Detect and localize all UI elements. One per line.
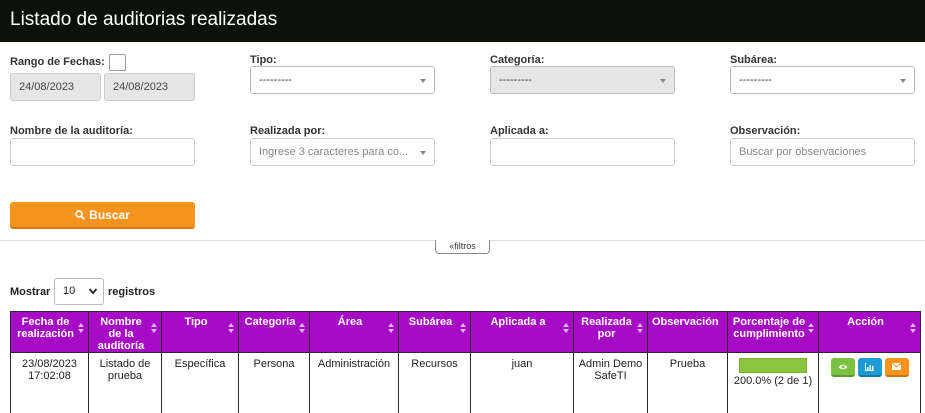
sort-icon (388, 323, 394, 333)
search-icon (75, 210, 85, 220)
cell-accion (818, 352, 921, 413)
categoria-select-value: --------- (499, 74, 532, 86)
column-header-categoria[interactable]: Categoría (238, 311, 310, 353)
subarea-label: Subárea: (730, 54, 778, 66)
column-header-label: Acción (847, 316, 884, 328)
column-header-fecha[interactable]: Fecha de realización (10, 311, 89, 353)
column-header-label: Realizada por (581, 316, 632, 340)
column-header-tipo[interactable]: Tipo (161, 311, 239, 353)
fecha-hasta-input[interactable]: 24/08/2023 (104, 73, 195, 101)
column-header-label: Porcentaje de cumplimiento (732, 316, 806, 340)
nombre-auditoria-label: Nombre de la auditoría: (10, 125, 133, 137)
fecha-desde-input[interactable]: 24/08/2023 (10, 73, 101, 101)
observacion-input[interactable]: Buscar por observaciones (730, 138, 915, 166)
column-header-label: Subárea (408, 316, 453, 328)
aplicada-a-label: Aplicada a: (490, 125, 549, 137)
cell-observacion: Prueba (647, 352, 728, 413)
rango-fechas-checkbox[interactable] (109, 54, 126, 71)
envelope-icon (892, 363, 901, 370)
cell-fecha: 23/08/2023 17:02:08 (10, 352, 89, 413)
cell-porcentaje: 200.0% (2 de 1) (727, 352, 819, 413)
table-header-row: Fecha de realización Nombre de la audito… (10, 311, 921, 353)
observacion-label: Observación: (730, 125, 801, 137)
cell-categoria: Persona (238, 352, 310, 413)
filtros-toggle-button[interactable]: «filtros (435, 240, 490, 254)
realizada-por-select[interactable]: Ingrese 3 caracteres para co... (250, 138, 435, 166)
column-header-label: Nombre de la auditoría (97, 316, 145, 352)
cell-subarea: Recursos (398, 352, 471, 413)
cell-tipo: Específica (161, 352, 239, 413)
auditorias-table: Fecha de realización Nombre de la audito… (10, 311, 921, 413)
column-header-observacion[interactable]: Observación (647, 311, 728, 353)
tipo-select-value: --------- (259, 74, 292, 86)
column-header-accion[interactable]: Acción (818, 311, 921, 353)
caret-down-icon (900, 79, 906, 83)
buscar-button[interactable]: Buscar (10, 202, 195, 229)
nombre-auditoria-input[interactable] (10, 138, 195, 166)
categoria-select[interactable]: --------- (490, 66, 675, 94)
subarea-select-value: --------- (739, 74, 772, 86)
sort-icon (637, 323, 643, 333)
column-header-area[interactable]: Área (309, 311, 399, 353)
eye-icon (838, 364, 847, 369)
column-header-nombre[interactable]: Nombre de la auditoría (88, 311, 162, 353)
sort-icon (78, 323, 84, 333)
tipo-label: Tipo: (250, 54, 277, 66)
column-header-label: Observación (652, 316, 719, 328)
sort-icon (460, 323, 466, 333)
buscar-button-label: Buscar (89, 208, 130, 222)
realizada-por-placeholder: Ingrese 3 caracteres para co... (259, 146, 409, 158)
page-title: Listado de auditorias realizadas (10, 9, 278, 30)
caret-down-icon (420, 79, 426, 83)
chart-button[interactable] (857, 358, 882, 377)
email-button[interactable] (884, 358, 909, 377)
view-button[interactable] (830, 358, 855, 377)
column-header-realizada[interactable]: Realizada por (573, 311, 648, 353)
progress-label: 200.0% (2 de 1) (733, 375, 813, 387)
column-header-label: Área (337, 316, 363, 328)
chart-icon (865, 362, 874, 371)
column-header-porcentaje[interactable]: Porcentaje de cumplimiento (727, 311, 819, 353)
registros-label: registros (108, 286, 156, 298)
categoria-label: Categoría: (490, 54, 545, 66)
sort-icon (228, 323, 234, 333)
sort-icon (299, 323, 305, 333)
column-header-aplicada[interactable]: Aplicada a (470, 311, 574, 353)
progress-bar (739, 358, 807, 373)
cell-nombre: Listado de prueba (88, 352, 162, 413)
sort-icon (910, 323, 916, 333)
caret-down-icon (660, 79, 666, 83)
sort-icon (808, 323, 814, 333)
chevron-down-icon (88, 288, 98, 295)
page-length-select[interactable]: 10 (54, 278, 104, 305)
sort-icon (151, 323, 157, 333)
filtros-toggle-label: filtros (454, 241, 476, 251)
aplicada-a-input[interactable] (490, 138, 675, 166)
observacion-placeholder: Buscar por observaciones (739, 146, 867, 158)
sort-icon (563, 323, 569, 333)
column-header-label: Categoría (244, 316, 296, 328)
column-header-label: Aplicada a (490, 316, 546, 328)
tipo-select[interactable]: --------- (250, 66, 435, 94)
realizada-por-label: Realizada por: (250, 125, 326, 137)
column-header-label: Tipo (184, 316, 208, 328)
column-header-label: Fecha de realización (17, 316, 74, 340)
column-header-subarea[interactable]: Subárea (398, 311, 471, 353)
cell-aplicada: juan (470, 352, 574, 413)
page-header: Listado de auditorias realizadas (0, 0, 925, 42)
caret-down-icon (420, 151, 426, 155)
page-length-value: 10 (63, 285, 76, 297)
mostrar-label: Mostrar (10, 286, 51, 298)
subarea-select[interactable]: --------- (730, 66, 915, 94)
cell-area: Administración (309, 352, 399, 413)
cell-realizada: Admin Demo SafeTI (573, 352, 648, 413)
table-row: 23/08/2023 17:02:08 Listado de prueba Es… (10, 352, 921, 413)
rango-fechas-label: Rango de Fechas: (10, 56, 105, 68)
